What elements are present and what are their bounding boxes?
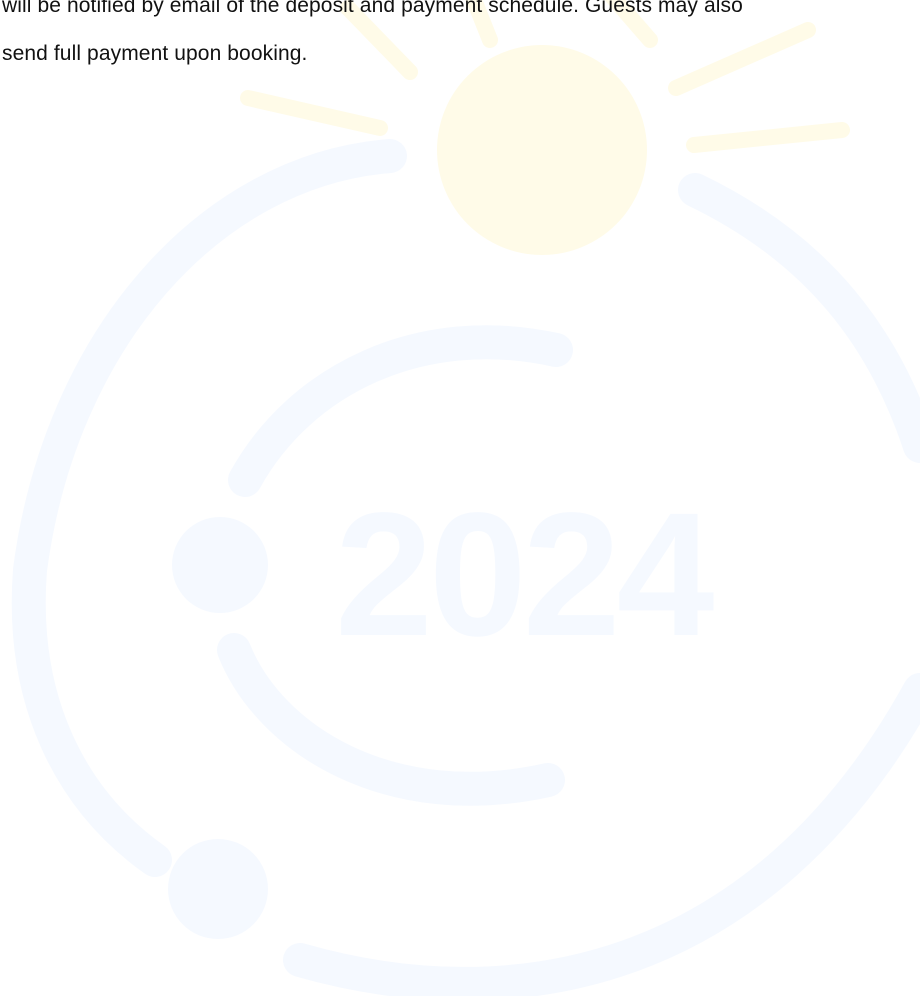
year-watermark: 2024 (11, 0, 920, 996)
document-text: will be notified by email of the deposit… (0, 0, 920, 78)
orbit-dot-bottom (168, 839, 268, 939)
orbit-dot-left (172, 517, 268, 613)
sun-ray (240, 90, 388, 136)
paragraph-line: will be notified by email of the deposit… (2, 0, 743, 17)
outer-ring-arc-right (678, 173, 920, 463)
sun-ray (686, 122, 850, 153)
watermark-year: 2024 (335, 477, 714, 673)
document-page: 2024 will be notified by email of the de… (0, 0, 920, 996)
inner-ring-arc-top (228, 325, 573, 497)
paragraph-line: send full payment upon booking. (2, 42, 308, 65)
outer-ring-arc-bottom (283, 673, 920, 996)
